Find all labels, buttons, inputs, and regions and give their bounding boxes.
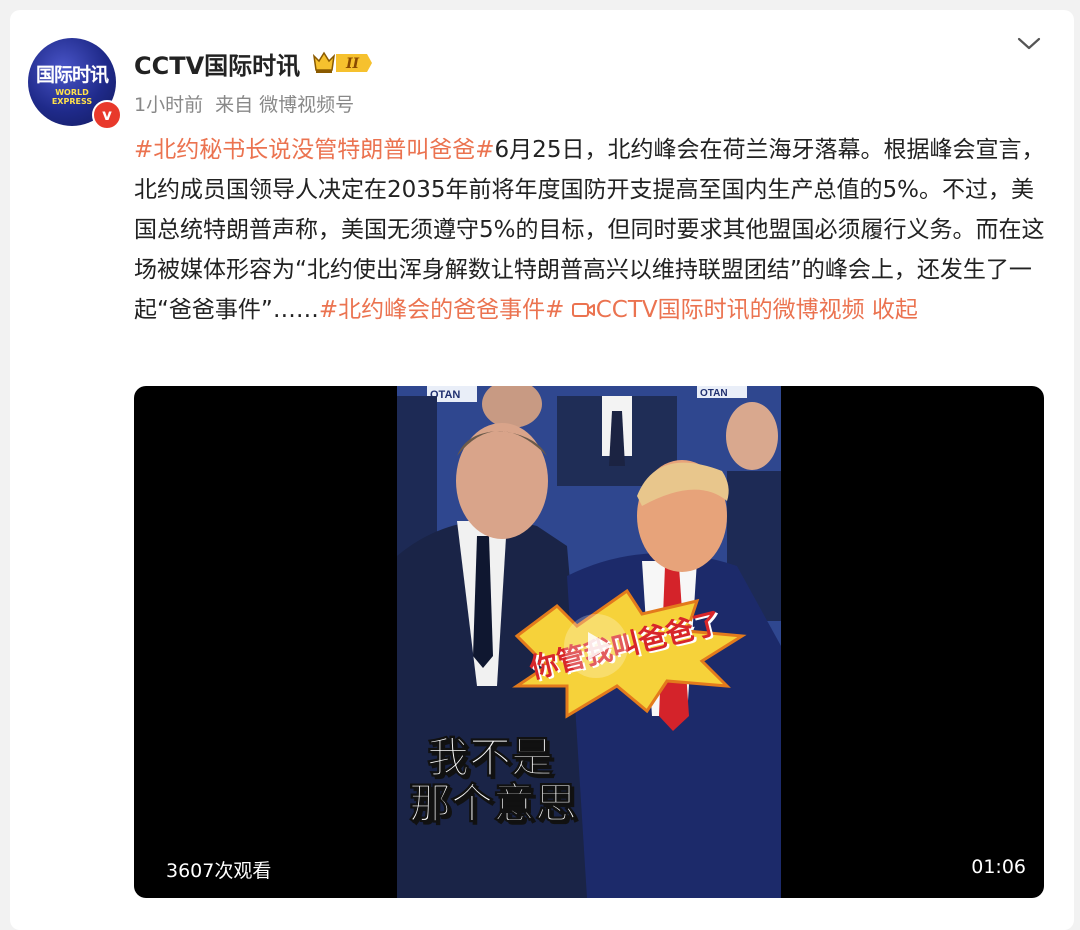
verified-badge-icon: v	[92, 100, 122, 130]
post-body-text: 6月25日，北约峰会在荷兰海牙落幕。根据峰会宣言，北约成员国领导人决定在2035…	[134, 137, 1045, 323]
video-player[interactable]: OTAN OTAN 你管我叫爸爸了 我不是 那个意思 3607次观看 01:06	[134, 386, 1044, 898]
backdrop-text-right: OTAN	[700, 388, 728, 399]
caption-line-2: 那个意思	[408, 779, 578, 829]
avatar-logo-text: 国际时讯	[35, 64, 109, 86]
video-link-label[interactable]: CCTV国际时讯的微博视频	[596, 297, 865, 323]
post-meta: 1小时前 来自 微博视频号	[134, 90, 360, 117]
video-link[interactable]: CCTV国际时讯的微博视频	[571, 297, 872, 323]
collapse-link[interactable]: 收起	[872, 297, 918, 323]
play-button[interactable]	[564, 614, 628, 678]
post-time[interactable]: 1小时前	[134, 94, 203, 116]
topic-link[interactable]: #北约秘书长说没管特朗普叫爸爸#	[134, 137, 495, 163]
topic-link-2[interactable]: #北约峰会的爸爸事件#	[319, 297, 565, 323]
video-duration: 01:06	[971, 856, 1026, 878]
chevron-down-icon[interactable]	[1016, 34, 1042, 54]
badge-level-text: II	[345, 56, 360, 72]
post-text: #北约秘书长说没管特朗普叫爸爸#6月25日，北约峰会在荷兰海牙落幕。根据峰会宣言…	[134, 130, 1048, 330]
video-camera-icon	[571, 303, 595, 317]
view-count: 3607次观看	[166, 860, 272, 882]
member-level-badge-icon[interactable]: II	[312, 50, 374, 76]
play-icon	[588, 632, 612, 660]
post-source[interactable]: 来自 微博视频号	[215, 94, 354, 116]
author-name[interactable]: CCTV国际时讯	[134, 46, 300, 81]
